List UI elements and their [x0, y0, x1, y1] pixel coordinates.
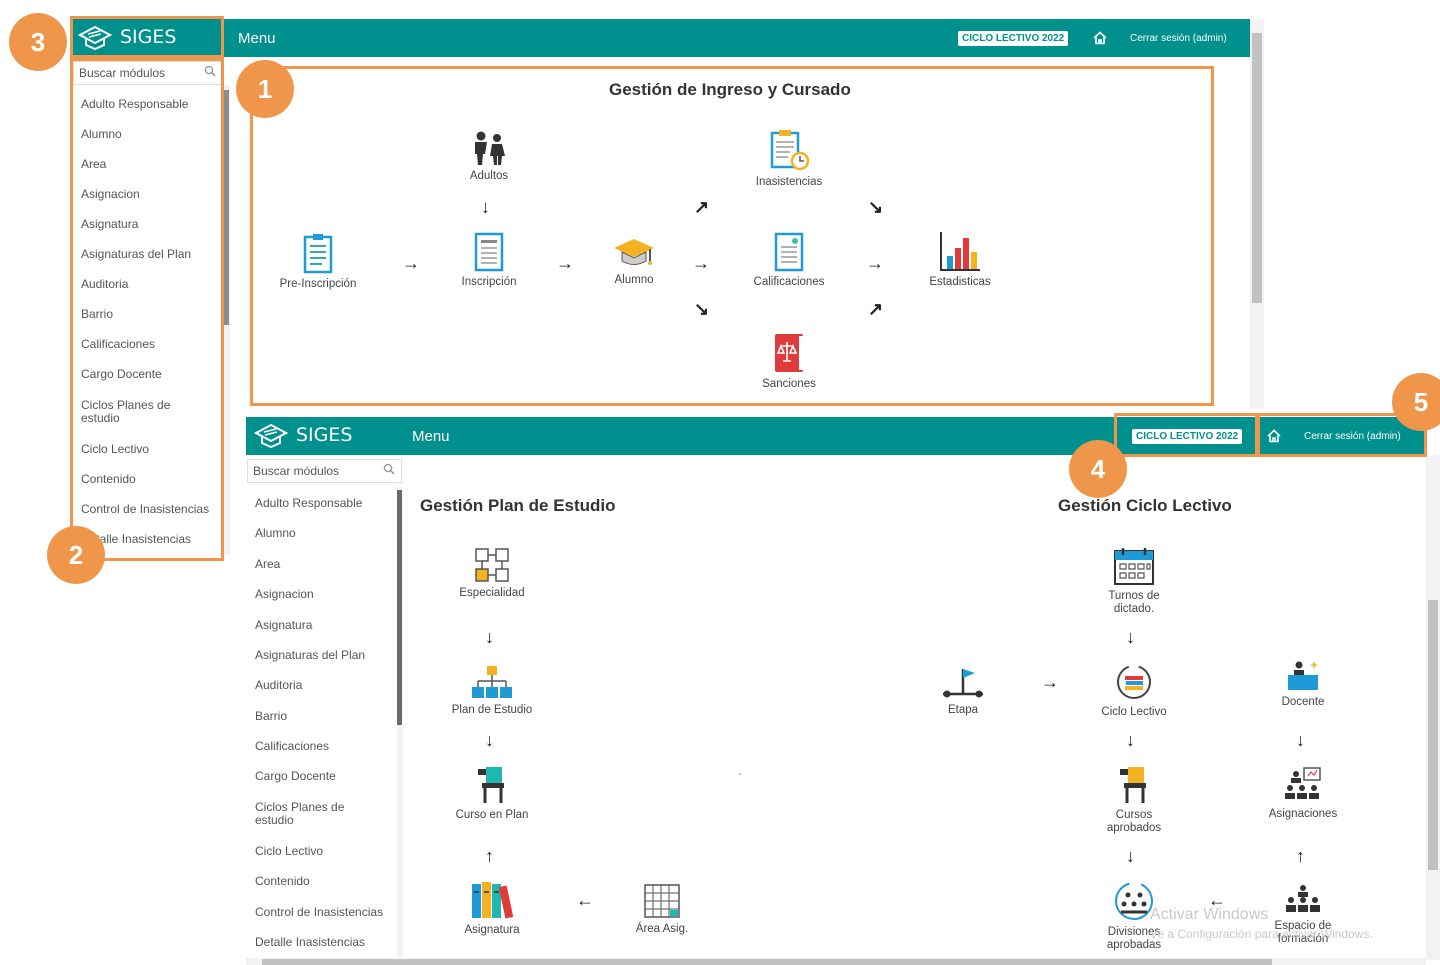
arrow-down-icon: ↓ [1126, 846, 1135, 866]
top-sidebar-scroll-thumb[interactable] [224, 90, 229, 325]
bottom-sidebar-item[interactable]: Alumno [255, 527, 296, 540]
windows-watermark-subtitle: Ve a Configuración para activar Windows. [1150, 927, 1373, 941]
bottom-sidebar-scroll-thumb[interactable] [397, 490, 402, 725]
arrow-up-icon: ↑ [1296, 846, 1305, 866]
top-main-scroll-thumb[interactable] [1252, 33, 1262, 303]
top-ciclo-badge[interactable]: CICLO LECTIVO 2022 [958, 31, 1069, 46]
arrow-up-icon: ↑ [485, 846, 494, 866]
top-logout-link[interactable]: Cerrar sesión (admin) [1130, 33, 1227, 44]
bottom-sidebar-item[interactable]: Asignacion [255, 588, 314, 601]
node-plan-de-estudio[interactable]: Plan de Estudio [437, 664, 547, 717]
callout-badge-1: 1 [236, 60, 294, 118]
node-etapa[interactable]: Etapa [923, 666, 1003, 717]
arrow-down-icon: ↓ [1126, 627, 1135, 647]
books-icon [472, 882, 514, 919]
bottom-sidebar-item[interactable]: Barrio [255, 710, 287, 723]
callout-box-diagram [250, 66, 1214, 406]
org-chart-icon [472, 666, 512, 698]
bottom-sidebar-item[interactable]: Calificaciones [255, 740, 329, 753]
node-asignatura[interactable]: Asignatura [447, 880, 537, 937]
bottom-main-scroll-thumb[interactable] [1428, 600, 1438, 870]
desk-chair-icon [1120, 767, 1146, 803]
node-ciclo-lectivo[interactable]: Ciclo Lectivo [1084, 662, 1184, 719]
callout-box-ciclo [1114, 413, 1258, 457]
classroom-icon [1285, 767, 1321, 799]
callout-box-sidebar [70, 58, 224, 561]
ciclo-section-title: Gestión Ciclo Lectivo [1058, 496, 1232, 515]
arrow-down-icon: ↓ [1126, 730, 1135, 750]
node-turnos-de-dictado[interactable]: Turnos de dictado. [1089, 546, 1179, 616]
bottom-horizontal-scroll-thumb[interactable] [262, 959, 1272, 965]
cycle-books-icon [1117, 665, 1151, 699]
node-docente[interactable]: Docente [1263, 660, 1343, 709]
arrow-down-icon: ↓ [485, 627, 494, 647]
arrow-left-icon: ← [576, 890, 594, 910]
bottom-sidebar-item[interactable]: Cargo Docente [255, 770, 336, 783]
node-curso-en-plan[interactable]: Curso en Plan [442, 765, 542, 822]
teacher-desk-icon [1288, 661, 1318, 690]
people-group-icon [1286, 885, 1320, 912]
bottom-sidebar-item[interactable]: Control de Inasistencias [255, 906, 383, 919]
bottom-sidebar-item[interactable]: Contenido [255, 875, 310, 888]
milestone-flag-icon [943, 669, 983, 698]
callout-badge-3: 3 [9, 13, 67, 71]
bottom-sidebar-item[interactable]: Detalle Inasistencias [255, 936, 365, 949]
callout-badge-4: 4 [1069, 440, 1127, 498]
plan-section-title: Gestión Plan de Estudio [420, 496, 616, 515]
node-cursos-aprobados[interactable]: Cursos aprobados [1089, 765, 1179, 835]
grid-table-icon [644, 884, 680, 918]
top-home-icon[interactable] [1093, 31, 1107, 45]
top-menu-title[interactable]: Menu [238, 30, 276, 47]
bottom-sidebar-item[interactable]: Area [255, 558, 280, 571]
siges-logo-icon [254, 423, 288, 449]
bottom-sidebar-item[interactable]: Ciclo Lectivo [255, 845, 323, 858]
bottom-search-icon[interactable] [383, 463, 395, 475]
bottom-sidebar-item[interactable]: Adulto Responsable [255, 497, 362, 510]
bottom-search-placeholder: Buscar módulos [253, 464, 340, 478]
arrow-right-icon: → [1041, 672, 1059, 692]
stray-dash: - [738, 768, 742, 780]
calendar-icon [1114, 548, 1154, 585]
arrow-down-icon: ↓ [485, 730, 494, 750]
bottom-sidebar-item[interactable]: Asignaturas del Plan [255, 649, 365, 662]
bottom-search-input[interactable]: Buscar módulos [247, 459, 402, 483]
specialty-blocks-icon [475, 548, 509, 582]
node-especialidad[interactable]: Especialidad [447, 547, 537, 600]
bottom-menu-title[interactable]: Menu [412, 428, 450, 445]
bottom-logo-text: SIGES [296, 424, 353, 446]
bottom-sidebar-item[interactable]: Ciclos Planes de estudio [255, 801, 355, 827]
bottom-logo[interactable]: SIGES [254, 421, 352, 449]
windows-watermark-title: Activar Windows [1150, 906, 1269, 923]
desk-chair-icon [478, 767, 504, 803]
bottom-sidebar-item[interactable]: Asignatura [255, 619, 312, 632]
group-cycle-icon [1115, 882, 1153, 920]
callout-box-logo [70, 16, 224, 58]
arrow-down-icon: ↓ [1296, 730, 1305, 750]
node-area-asig[interactable]: Área Asig. [617, 883, 707, 936]
node-asignaciones[interactable]: Asignaciones [1253, 766, 1353, 821]
bottom-sidebar-item[interactable]: Auditoria [255, 679, 302, 692]
callout-badge-2: 2 [47, 526, 105, 584]
